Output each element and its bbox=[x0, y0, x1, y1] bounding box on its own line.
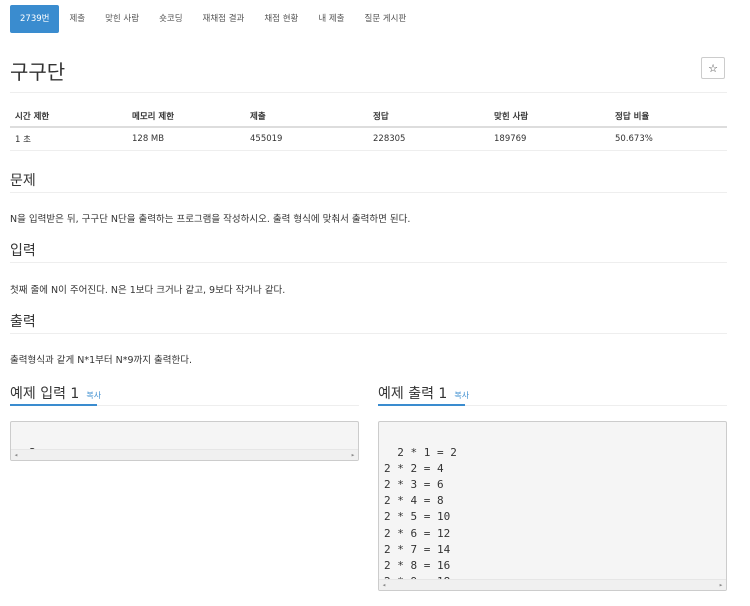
tab-solved-users[interactable]: 맞힌 사람 bbox=[95, 5, 149, 33]
tab-status[interactable]: 채점 현황 bbox=[254, 5, 308, 33]
header-submissions: 제출 bbox=[245, 106, 368, 128]
sample-input-heading: 예제 입력 1 복사 bbox=[10, 383, 101, 403]
header-solved-users: 맞힌 사람 bbox=[489, 106, 610, 128]
scroll-right-icon[interactable]: ▸ bbox=[716, 580, 726, 590]
value-time-limit: 1 초 bbox=[10, 127, 127, 151]
sample-output-heading: 예제 출력 1 복사 bbox=[378, 383, 469, 403]
star-icon: ☆ bbox=[708, 61, 718, 75]
header-memory-limit: 메모리 제한 bbox=[127, 106, 245, 128]
sample-output-content: 2 * 1 = 2 2 * 2 = 4 2 * 3 = 6 2 * 4 = 8 … bbox=[384, 446, 457, 588]
problem-heading: 문제 bbox=[10, 173, 36, 189]
value-solved-users: 189769 bbox=[489, 127, 610, 151]
copy-input-button[interactable]: 복사 bbox=[86, 390, 101, 401]
input-description: 첫째 줄에 N이 주어진다. N은 1보다 크거나 같고, 9보다 작거나 같다… bbox=[10, 285, 286, 296]
problem-divider bbox=[10, 192, 727, 193]
page-title: 구구단 bbox=[10, 60, 66, 84]
star-button[interactable]: ☆ bbox=[701, 57, 725, 79]
sample-input-box[interactable]: 2 ◂ ▸ bbox=[10, 421, 359, 461]
sample-input-underline bbox=[10, 404, 97, 406]
output-heading: 출력 bbox=[10, 314, 36, 330]
tab-rejudge-result[interactable]: 재채점 결과 bbox=[193, 5, 255, 33]
value-accept-rate: 50.673% bbox=[610, 127, 727, 151]
problem-description: N을 입력받은 뒤, 구구단 N단을 출력하는 프로그램을 작성하시오. 출력 … bbox=[10, 214, 411, 225]
tab-submit[interactable]: 제출 bbox=[59, 5, 95, 33]
sample-output-scrollbar[interactable]: ◂ ▸ bbox=[379, 579, 726, 590]
sample-input-title: 예제 입력 1 bbox=[10, 386, 80, 402]
scroll-left-icon[interactable]: ◂ bbox=[379, 580, 389, 590]
header-accepted: 정답 bbox=[368, 106, 489, 128]
title-divider bbox=[10, 92, 727, 93]
sample-output-underline bbox=[378, 404, 465, 406]
header-time-limit: 시간 제한 bbox=[10, 106, 127, 128]
header-accept-rate: 정답 비율 bbox=[610, 106, 727, 128]
sample-output-title: 예제 출력 1 bbox=[378, 386, 448, 402]
copy-output-button[interactable]: 복사 bbox=[454, 390, 469, 401]
scroll-right-icon[interactable]: ▸ bbox=[348, 450, 358, 460]
value-memory-limit: 128 MB bbox=[127, 127, 245, 151]
scroll-left-icon[interactable]: ◂ bbox=[11, 450, 21, 460]
input-divider bbox=[10, 262, 727, 263]
table-header-row: 시간 제한 메모리 제한 제출 정답 맞힌 사람 정답 비율 bbox=[10, 106, 727, 128]
table-row: 1 초 128 MB 455019 228305 189769 50.673% bbox=[10, 127, 727, 151]
problem-info-table: 시간 제한 메모리 제한 제출 정답 맞힌 사람 정답 비율 1 초 128 M… bbox=[10, 106, 727, 151]
problem-tabs: 2739번 제출 맞힌 사람 숏코딩 재채점 결과 채점 현황 내 제출 질문 … bbox=[10, 5, 416, 33]
output-divider bbox=[10, 333, 727, 334]
value-submissions: 455019 bbox=[245, 127, 368, 151]
sample-input-scrollbar[interactable]: ◂ ▸ bbox=[11, 449, 358, 460]
tab-short-coding[interactable]: 숏코딩 bbox=[149, 5, 192, 33]
tab-board[interactable]: 질문 게시판 bbox=[355, 5, 417, 33]
value-accepted: 228305 bbox=[368, 127, 489, 151]
sample-output-box[interactable]: 2 * 1 = 2 2 * 2 = 4 2 * 3 = 6 2 * 4 = 8 … bbox=[378, 421, 727, 591]
tab-my-submissions[interactable]: 내 제출 bbox=[308, 5, 354, 33]
tab-problem[interactable]: 2739번 bbox=[10, 5, 60, 33]
input-heading: 입력 bbox=[10, 243, 36, 259]
output-description: 출력형식과 같게 N*1부터 N*9까지 출력한다. bbox=[10, 355, 193, 366]
